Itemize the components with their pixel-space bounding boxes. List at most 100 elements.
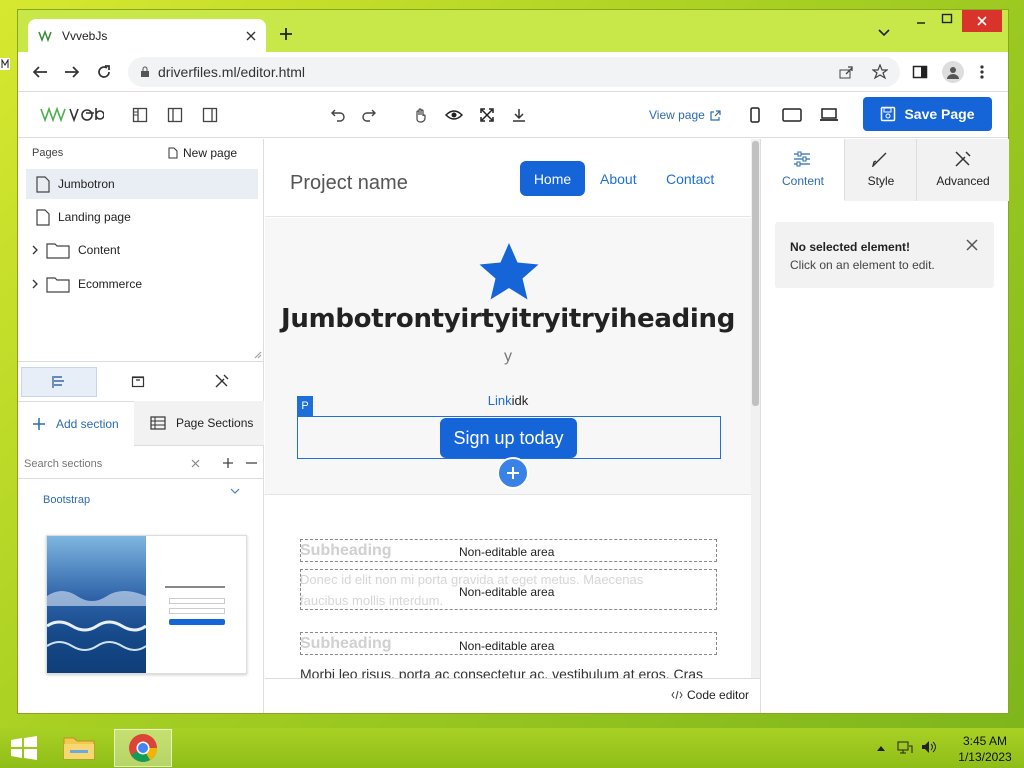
add-element-plus-icon[interactable] [497, 457, 529, 489]
page-sections-tab[interactable]: Page Sections [134, 401, 264, 446]
close-notice-icon[interactable] [966, 239, 978, 251]
folder-icon [46, 241, 70, 259]
folder-item-ecommerce[interactable]: Ecommerce [26, 269, 258, 299]
browser-menu-icon[interactable] [980, 64, 984, 80]
reload-icon[interactable] [96, 64, 112, 80]
browser-tab[interactable]: VvvebJs [28, 19, 266, 52]
nav-contact[interactable]: Contact [666, 171, 714, 187]
code-editor-label: Code editor [687, 688, 750, 702]
tab-title: VvvebJs [62, 28, 108, 43]
table-icon [150, 416, 166, 430]
profile-avatar-icon[interactable] [942, 61, 964, 83]
add-section-tab[interactable]: Add section [18, 401, 134, 446]
minimize-icon[interactable] [915, 13, 927, 25]
maximize-icon[interactable] [941, 13, 953, 25]
sections-tab[interactable] [21, 367, 97, 397]
editor-toolbar: View page Save Page [18, 92, 1008, 138]
save-page-button[interactable]: Save Page [863, 97, 992, 131]
search-sections-input[interactable] [24, 455, 184, 473]
tab-content[interactable]: Content [761, 139, 845, 201]
clock-time[interactable]: 3:45 AM [950, 734, 1020, 748]
thumbnail-button [169, 619, 225, 625]
jumbotron-heading[interactable]: Jumbotrontyirtyitryitryiheading [265, 304, 751, 334]
clear-search-icon[interactable] [191, 459, 200, 468]
page-item-label: Landing page [58, 210, 131, 224]
designer-mode-hand-icon[interactable] [411, 105, 431, 125]
toggle-right-panel-icon[interactable] [200, 105, 220, 125]
project-name[interactable]: Project name [290, 172, 408, 195]
tablet-view-icon[interactable] [782, 105, 802, 125]
resize-handle-icon[interactable] [254, 351, 262, 359]
code-editor-bar: Code editor [265, 678, 760, 713]
notice-text: Click on an element to edit. [790, 258, 935, 272]
tab-search-chevron-icon[interactable] [878, 29, 890, 37]
page-item-landing[interactable]: Landing page [26, 202, 258, 232]
share-icon[interactable] [838, 64, 854, 80]
page-item-jumbotron[interactable]: Jumbotron [26, 169, 258, 199]
toggle-file-manager-icon[interactable] [165, 105, 185, 125]
section-search-row [18, 449, 264, 479]
chrome-taskbar-icon[interactable] [114, 729, 172, 767]
address-bar-row: driverfiles.ml/editor.html [18, 52, 1008, 92]
element-type-badge[interactable]: P [297, 396, 313, 416]
page-sections-label: Page Sections [176, 416, 254, 430]
fullscreen-icon[interactable] [477, 105, 497, 125]
new-page-button[interactable]: New page [168, 146, 237, 160]
nav-home[interactable]: Home [520, 161, 585, 196]
page-item-label: Jumbotron [58, 177, 115, 191]
close-tab-icon[interactable] [246, 31, 256, 41]
redo-icon[interactable] [359, 105, 379, 125]
non-editable-label: Non-editable area [459, 545, 555, 559]
tab-style[interactable]: Style [845, 139, 917, 201]
side-panel-icon[interactable] [912, 64, 928, 80]
back-icon[interactable] [32, 64, 48, 80]
right-panel: Content Style Advanced No selected eleme… [760, 139, 1009, 713]
sign-up-button[interactable]: Sign up today [440, 418, 577, 458]
file-explorer-icon[interactable] [62, 732, 96, 762]
jumbotron-link[interactable]: Link [488, 393, 512, 408]
url-field[interactable]: driverfiles.ml/editor.html [128, 57, 900, 87]
expand-all-plus-icon[interactable] [222, 457, 234, 469]
tab-strip: VvvebJs [18, 10, 1008, 52]
show-hidden-icons-icon[interactable] [877, 745, 885, 751]
clock-date[interactable]: 1/13/2023 [950, 750, 1020, 764]
tools-tab-icon[interactable] [214, 373, 230, 389]
taskbar: 3:45 AM 1/13/2023 [0, 728, 1024, 768]
preview-eye-icon[interactable] [444, 105, 464, 125]
windows-start-icon[interactable] [10, 736, 38, 760]
new-tab-icon[interactable] [279, 27, 293, 41]
canvas-scrollbar[interactable] [751, 139, 760, 678]
jumbotron-subtext[interactable]: y [265, 348, 751, 366]
section-group-label[interactable]: Bootstrap [43, 494, 90, 506]
browser-window: VvvebJs driverfiles.ml/editor.html View … [18, 10, 1009, 713]
code-editor-button[interactable]: Code editor [671, 688, 749, 702]
bookmark-star-icon[interactable] [872, 64, 888, 80]
mobile-view-icon[interactable] [745, 105, 765, 125]
notice-title: No selected element! [790, 240, 911, 254]
pages-label: Pages [32, 147, 64, 159]
volume-icon[interactable] [921, 740, 937, 754]
code-icon [671, 690, 683, 700]
tab-advanced[interactable]: Advanced [917, 139, 1009, 201]
forward-icon[interactable] [64, 64, 80, 80]
file-icon [168, 147, 178, 159]
section-thumbnail[interactable] [46, 535, 247, 674]
undo-icon[interactable] [328, 105, 348, 125]
collapse-all-minus-icon[interactable] [246, 462, 257, 464]
desktop-view-icon[interactable] [819, 105, 839, 125]
components-tab-box-icon[interactable] [131, 374, 145, 388]
page-canvas[interactable]: Project name Home About Contact Jumbotro… [265, 139, 760, 713]
floppy-save-icon [880, 106, 896, 122]
nav-about[interactable]: About [600, 171, 637, 187]
scrollbar-thumb[interactable] [752, 141, 759, 406]
tab-style-label: Style [867, 174, 895, 188]
folder-item-content[interactable]: Content [26, 235, 258, 265]
window-close-icon[interactable] [962, 10, 1002, 32]
view-page-label: View page [649, 108, 705, 122]
download-icon[interactable] [509, 105, 529, 125]
chevron-down-icon[interactable] [230, 488, 240, 494]
view-page-link[interactable]: View page [649, 108, 721, 122]
jumbotron-section[interactable]: Jumbotrontyirtyitryitryiheading y Linkid… [265, 218, 751, 495]
toggle-left-panel-icon[interactable] [130, 105, 150, 125]
network-icon[interactable] [897, 740, 913, 754]
